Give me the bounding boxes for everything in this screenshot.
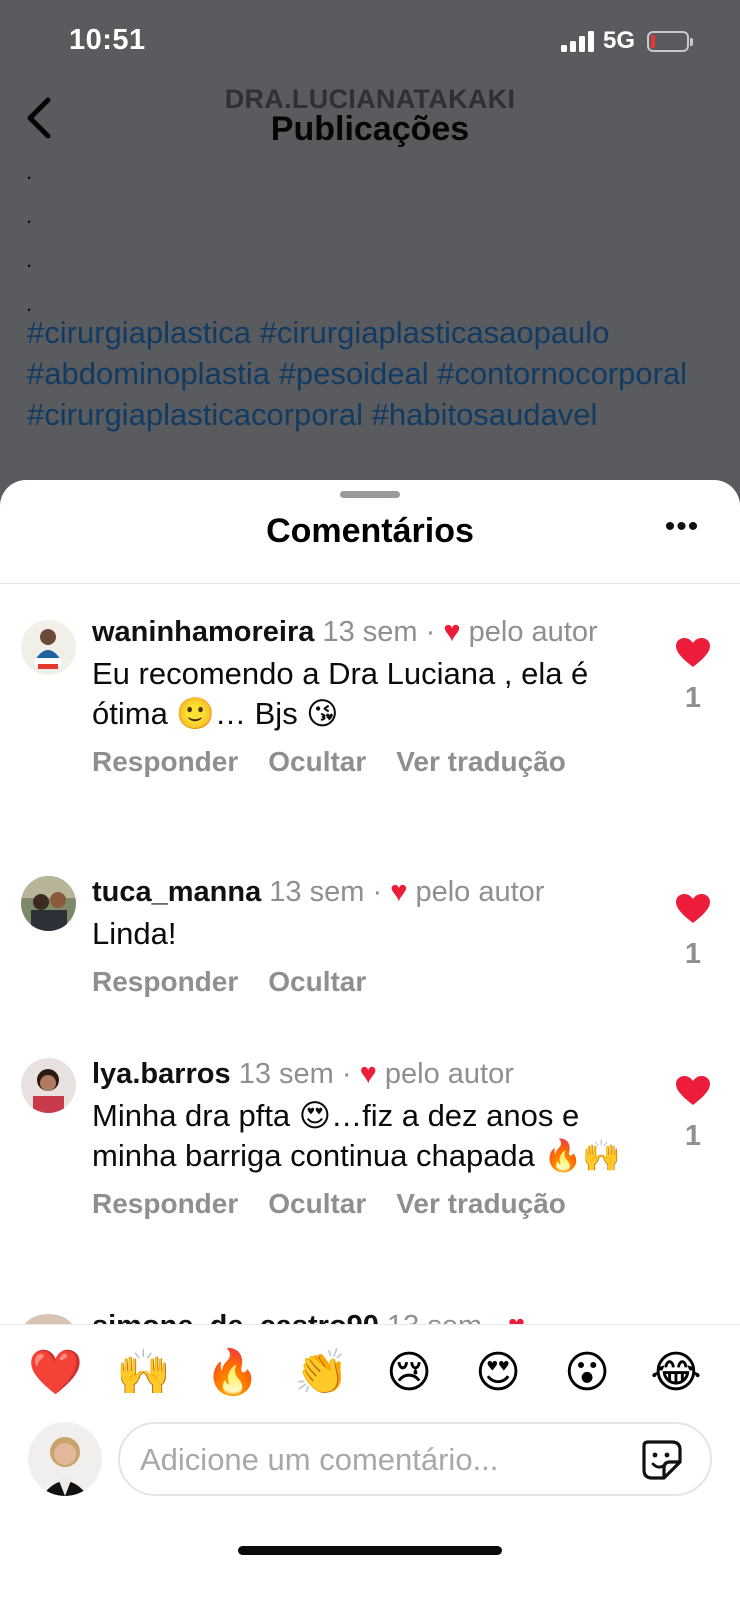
like-count: 1: [684, 682, 702, 714]
caption-hashtags[interactable]: #cirurgiaplastica #cirurgiaplasticasaopa…: [27, 312, 727, 435]
like-column: 1: [673, 1076, 713, 1153]
comment-item-partial: simone_de_castro90 13 sem · ♥: [0, 1306, 740, 1324]
home-indicator: [238, 1546, 502, 1555]
reply-button[interactable]: Responder: [92, 746, 238, 778]
hide-button[interactable]: Ocultar: [268, 1188, 366, 1220]
comment-username[interactable]: tuca_manna: [92, 876, 261, 908]
emoji-red-heart[interactable]: ❤️: [28, 1347, 83, 1399]
page-title: Publicações: [270, 110, 470, 148]
like-column: 1: [673, 894, 713, 971]
like-column: 1: [673, 638, 713, 715]
comment-username[interactable]: waninhamoreira: [92, 616, 314, 648]
sticker-icon[interactable]: [640, 1438, 684, 1482]
reply-button[interactable]: Responder: [92, 1188, 238, 1220]
translate-button[interactable]: Ver tradução: [396, 1188, 566, 1220]
avatar[interactable]: [21, 1058, 76, 1113]
signal-icon: [561, 30, 595, 52]
more-icon[interactable]: •••: [664, 512, 700, 546]
like-count: 1: [684, 938, 702, 970]
battery-icon: [647, 31, 693, 52]
avatar[interactable]: [21, 876, 76, 931]
comment-time: 13 sem: [322, 616, 418, 648]
comment-username[interactable]: simone_de_castro90: [92, 1310, 379, 1324]
comment-time: 13 sem: [269, 876, 365, 908]
emoji-raised-hands[interactable]: 🙌: [116, 1347, 171, 1399]
heart-icon[interactable]: [676, 894, 710, 924]
comment-time: 13 sem: [387, 1310, 482, 1324]
emoji-crying[interactable]: 😢: [383, 1347, 435, 1399]
avatar[interactable]: [21, 1314, 76, 1324]
author-heart-icon: ♥: [508, 1310, 525, 1324]
comments-sheet: Comentários ••• waninhamoreira 13 sem ·: [0, 480, 740, 1600]
separator: ·: [425, 616, 436, 648]
comment-actions: Responder Ocultar: [92, 966, 652, 998]
emoji-heart-eyes[interactable]: 😍: [472, 1347, 524, 1399]
comment-text: Eu recomendo a Dra Luciana , ela é ótima…: [92, 656, 589, 731]
network-label: 5G: [603, 27, 636, 54]
comment-composer: [118, 1422, 712, 1496]
comment-actions: Responder Ocultar Ver tradução: [92, 1188, 652, 1220]
status-bar: 10:51 5G: [0, 0, 740, 84]
liked-by-author: pelo autor: [415, 876, 545, 908]
separator: ·: [490, 1310, 500, 1324]
comment-body: tuca_manna 13 sem · ♥ pelo autor Linda! …: [92, 874, 652, 998]
reply-button[interactable]: Responder: [92, 966, 238, 998]
comment-body: lya.barros 13 sem · ♥ pelo autor Minha d…: [92, 1056, 652, 1220]
comment-actions: Responder Ocultar Ver tradução: [92, 746, 652, 778]
my-avatar[interactable]: [28, 1422, 102, 1496]
author-heart-icon: ♥: [443, 616, 461, 648]
comment-time: 13 sem: [238, 1058, 334, 1090]
heart-icon[interactable]: [676, 1076, 710, 1106]
caption-dots: . . . .: [26, 159, 33, 316]
emoji-bar: ❤️ 🙌 🔥 👏 😢 😍 😮 😂: [0, 1324, 740, 1424]
avatar[interactable]: [21, 620, 76, 675]
separator: ·: [372, 876, 383, 908]
comment-body: waninhamoreira 13 sem · ♥ pelo autor Eu …: [92, 614, 652, 778]
liked-by-author: pelo autor: [468, 616, 598, 648]
comment-username[interactable]: lya.barros: [92, 1058, 231, 1090]
like-count: 1: [684, 1120, 702, 1152]
separator: ·: [341, 1058, 352, 1090]
emoji-surprised[interactable]: 😮: [561, 1347, 613, 1399]
comment-text: Linda!: [92, 916, 177, 951]
sheet-title: Comentários: [266, 512, 474, 550]
translate-button[interactable]: Ver tradução: [396, 746, 566, 778]
emoji-fire[interactable]: 🔥: [205, 1347, 260, 1399]
author-heart-icon: ♥: [359, 1058, 377, 1090]
emoji-laughing[interactable]: 😂: [650, 1347, 702, 1399]
heart-icon[interactable]: [676, 638, 710, 668]
status-time: 10:51: [69, 24, 146, 56]
sheet-grabber[interactable]: [340, 491, 400, 498]
emoji-clapping[interactable]: 👏: [294, 1347, 349, 1399]
hide-button[interactable]: Ocultar: [268, 966, 366, 998]
comment-input[interactable]: [140, 1438, 620, 1482]
liked-by-author: pelo autor: [384, 1058, 514, 1090]
post-background: 10:51 5G DRA.LUCIANATAKAKI Publicações .…: [0, 0, 740, 500]
comment-list[interactable]: waninhamoreira 13 sem · ♥ pelo autor Eu …: [0, 584, 740, 1324]
comment-text: Minha dra pfta 😍…fiz a dez anos e minha …: [92, 1098, 621, 1173]
hide-button[interactable]: Ocultar: [268, 746, 366, 778]
author-heart-icon: ♥: [390, 876, 408, 908]
